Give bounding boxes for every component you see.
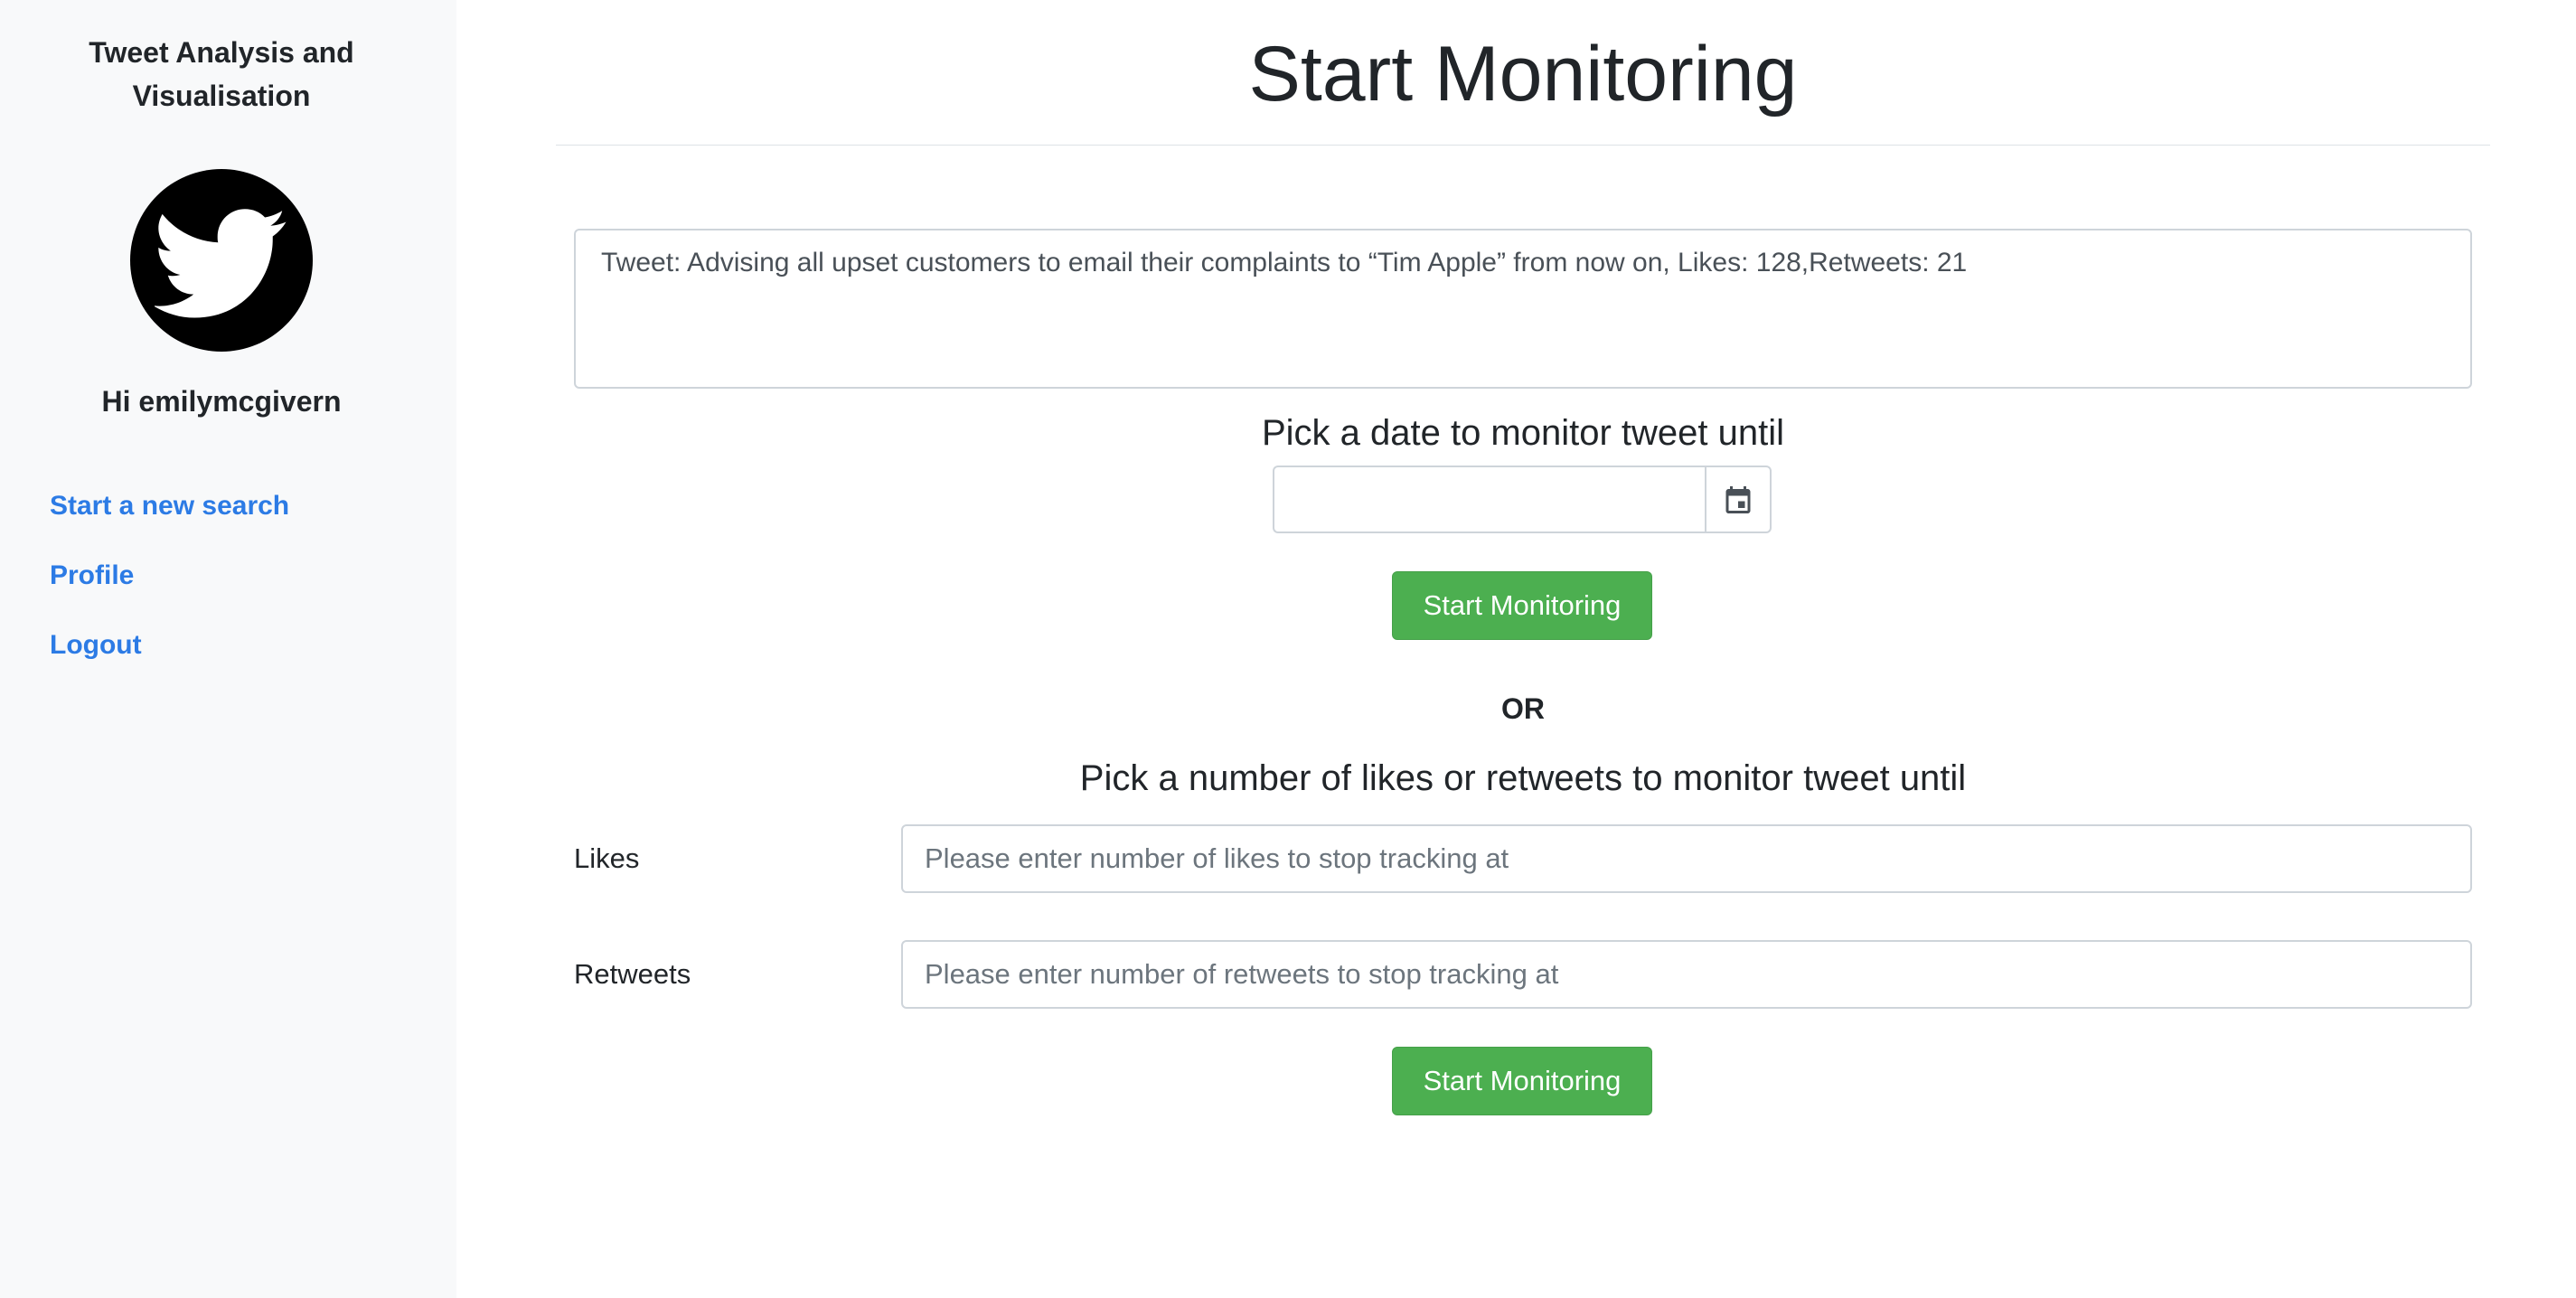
user-greeting: Hi emilymcgivern (101, 385, 342, 418)
page-title: Start Monitoring (1248, 31, 1798, 118)
sidebar-item-start-new-search[interactable]: Start a new search (50, 484, 289, 554)
count-heading: Pick a number of likes or retweets to mo… (1079, 758, 1967, 798)
tweet-text-area[interactable]: Tweet: Advising all upset customers to e… (574, 229, 2472, 389)
date-heading: Pick a date to monitor tweet until (1261, 413, 1785, 453)
sidebar-nav: Start a new search Profile Logout (50, 484, 289, 693)
app-title: Tweet Analysis and Visualisation (89, 36, 354, 112)
likes-label: Likes (574, 842, 640, 874)
retweets-input[interactable] (901, 940, 2472, 1009)
likes-row: Likes (574, 824, 2472, 893)
date-input[interactable] (1273, 466, 1705, 533)
twitter-bird-icon (130, 169, 313, 352)
sidebar-item-logout[interactable]: Logout (50, 624, 289, 693)
date-picker-group (1273, 466, 1772, 533)
retweets-row: Retweets (574, 940, 2472, 1009)
start-monitoring-date-button[interactable]: Start Monitoring (1392, 571, 1652, 640)
start-monitoring-count-button[interactable]: Start Monitoring (1392, 1047, 1652, 1115)
main-content: Start Monitoring Tweet: Advising all ups… (456, 0, 2576, 1298)
calendar-icon (1725, 485, 1751, 513)
or-separator: OR (1501, 692, 1545, 725)
likes-input[interactable] (901, 824, 2472, 893)
app-layout: Tweet Analysis and Visualisation Hi emil… (0, 0, 2576, 1298)
retweets-label: Retweets (574, 958, 691, 990)
sidebar: Tweet Analysis and Visualisation Hi emil… (0, 0, 456, 1298)
title-divider (556, 145, 2490, 146)
sidebar-item-profile[interactable]: Profile (50, 554, 289, 624)
twitter-bird-graphic (155, 209, 287, 318)
date-picker-button[interactable] (1705, 466, 1772, 533)
